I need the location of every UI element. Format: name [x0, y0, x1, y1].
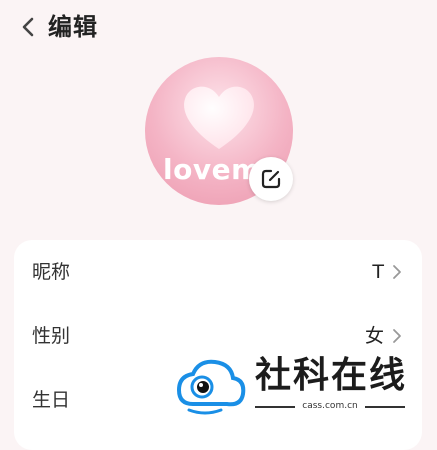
- page-title: 编辑: [48, 13, 98, 41]
- birthday-label: 生日: [32, 389, 71, 411]
- back-chevron-icon: [22, 17, 34, 37]
- avatar-text: lovem: [163, 153, 261, 186]
- edit-avatar-button[interactable]: [249, 157, 293, 201]
- header: 编辑: [0, 0, 437, 56]
- heart-icon: [184, 86, 254, 149]
- back-button[interactable]: [14, 12, 42, 42]
- chevron-right-icon: [393, 329, 401, 343]
- watermark: 社科在线 cass.com.cn: [175, 354, 415, 418]
- nickname-label: 昵称: [32, 261, 71, 283]
- watermark-name: 社科在线: [255, 355, 408, 396]
- watermark-line-right: [365, 406, 405, 408]
- profile-card: 昵称 T 性别 女 生日: [14, 240, 422, 450]
- gender-label: 性别: [32, 325, 71, 347]
- nickname-row[interactable]: 昵称 T: [14, 242, 422, 302]
- avatar-area: lovem: [145, 57, 293, 205]
- edit-icon: [261, 169, 281, 189]
- chevron-right-icon: [393, 265, 401, 279]
- nickname-value: T: [372, 261, 384, 283]
- cloud-eye-logo-icon: [176, 359, 246, 415]
